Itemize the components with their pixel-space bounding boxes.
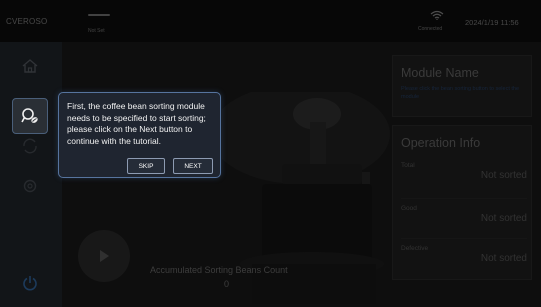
total-value: Not sorted [480, 170, 527, 181]
sidebar-item-sync[interactable] [14, 130, 46, 162]
operation-row-good: Good Not sorted [401, 198, 527, 238]
brand-logo: CVEROSO [6, 17, 48, 26]
datetime: 2024/1/19 11:56 [465, 18, 519, 27]
sidebar-item-home[interactable] [14, 50, 46, 82]
bean-sort-icon [21, 108, 38, 123]
status-label: Not Set [88, 28, 105, 34]
status-indicator [88, 14, 110, 16]
sidebar [0, 42, 62, 307]
sync-icon [23, 138, 37, 154]
module-panel: Module Name Please click the bean sortin… [392, 55, 532, 117]
module-description: Please click the bean sorting button to … [401, 86, 520, 100]
sidebar-item-power[interactable] [14, 267, 46, 299]
start-button[interactable] [78, 230, 130, 282]
top-bar: CVEROSO Not Set Connected 2024/1/19 11:5… [0, 0, 541, 42]
play-icon [100, 250, 109, 262]
settings-icon [23, 179, 37, 193]
defective-label: Defective [401, 245, 429, 252]
operation-row-defective: Defective Not sorted [401, 238, 527, 278]
sidebar-item-settings[interactable] [14, 170, 46, 202]
tutorial-text: First, the coffee bean sorting module ne… [67, 101, 206, 146]
next-button[interactable]: NEXT [173, 158, 213, 174]
home-icon [22, 59, 38, 73]
accumulated-count-value: 0 [224, 279, 230, 289]
operation-title: Operation Info [401, 136, 481, 150]
module-title: Module Name [401, 66, 479, 80]
accumulated-count-label: Accumulated Sorting Beans Count [150, 265, 288, 275]
screen: CVEROSO Not Set Connected 2024/1/19 11:5… [0, 0, 541, 307]
power-icon [23, 276, 37, 291]
operation-row-total: Total Not sorted [401, 156, 527, 196]
operation-panel: Operation Info Total Not sorted Good Not… [392, 125, 532, 280]
sidebar-item-bean-sort[interactable] [12, 98, 48, 134]
good-label: Good [401, 205, 417, 212]
good-value: Not sorted [480, 213, 527, 224]
wifi-label: Connected [418, 26, 443, 32]
wifi-icon [430, 10, 444, 20]
defective-value: Not sorted [480, 253, 527, 264]
tutorial-popup: First, the coffee bean sorting module ne… [58, 92, 221, 178]
total-label: Total [401, 162, 415, 169]
skip-button[interactable]: SKIP [127, 158, 165, 174]
